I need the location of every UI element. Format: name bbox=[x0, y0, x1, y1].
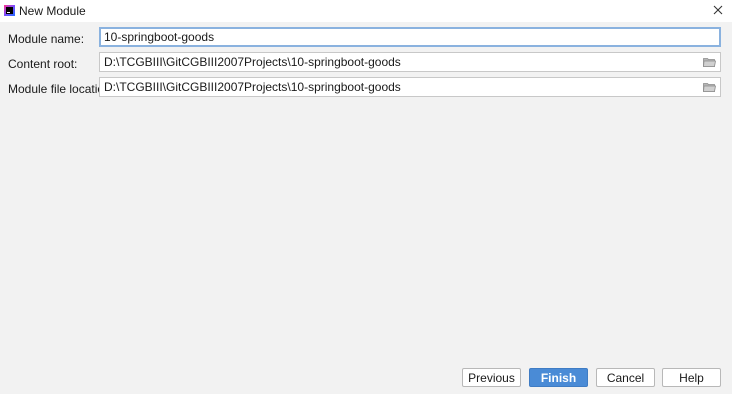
folder-icon bbox=[702, 58, 716, 67]
close-button[interactable] bbox=[706, 0, 730, 20]
previous-button[interactable]: Previous bbox=[462, 368, 521, 387]
module-name-label: Module name: bbox=[8, 32, 85, 46]
content-root-field-container bbox=[99, 52, 721, 72]
finish-button[interactable]: Finish bbox=[529, 368, 588, 387]
module-file-location-input[interactable] bbox=[104, 78, 694, 96]
module-file-location-browse-button[interactable] bbox=[701, 80, 717, 94]
intellij-app-icon bbox=[4, 5, 15, 16]
cancel-button[interactable]: Cancel bbox=[596, 368, 655, 387]
content-root-browse-button[interactable] bbox=[701, 55, 717, 69]
module-name-field-container bbox=[99, 27, 721, 47]
module-name-input[interactable] bbox=[104, 29, 694, 45]
close-icon bbox=[713, 5, 723, 15]
content-root-input[interactable] bbox=[104, 53, 694, 71]
help-button[interactable]: Help bbox=[662, 368, 721, 387]
content-root-label: Content root: bbox=[8, 57, 78, 71]
window-title: New Module bbox=[19, 4, 86, 18]
module-file-location-field-container bbox=[99, 77, 721, 97]
folder-icon bbox=[702, 83, 716, 92]
title-bar: New Module bbox=[0, 0, 732, 22]
